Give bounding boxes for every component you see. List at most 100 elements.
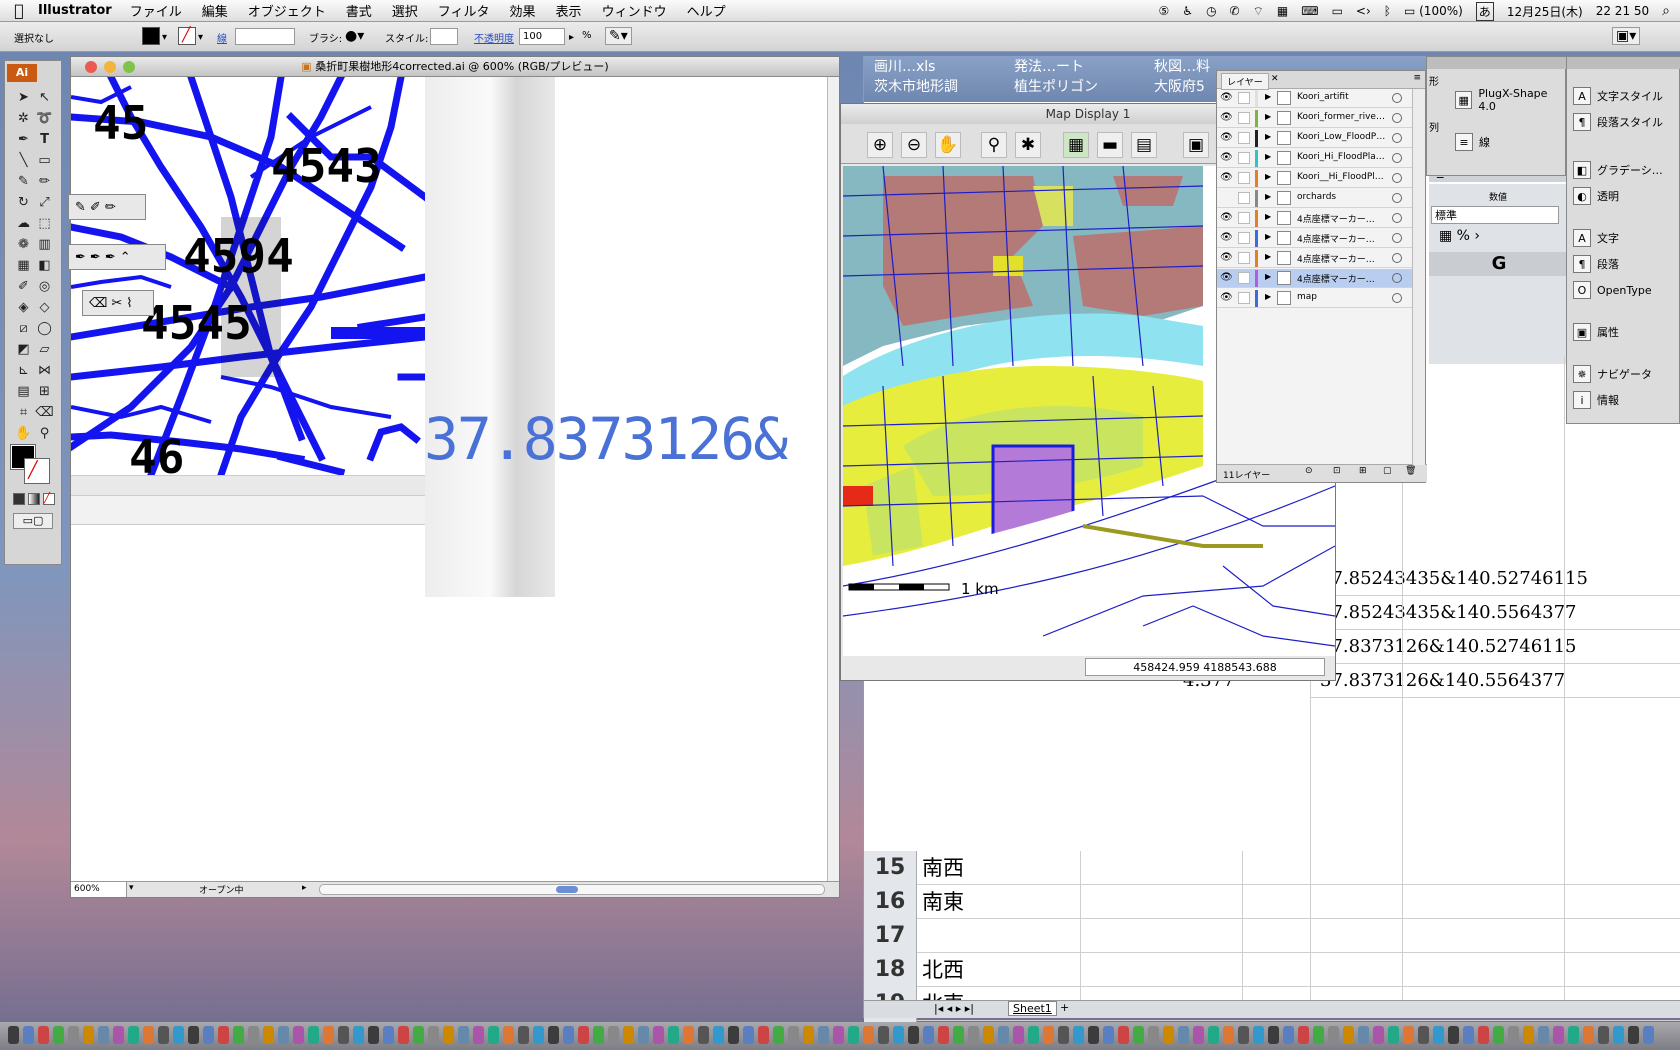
zoom-dropdown-icon[interactable]: ▾ [129, 883, 134, 893]
magic-wand-tool-icon[interactable]: ✲ [13, 108, 34, 129]
dock-app-icon[interactable] [68, 1026, 79, 1044]
screen-mode-icon[interactable]: ▭▢ [13, 513, 53, 529]
dock-app-icon[interactable] [1178, 1026, 1189, 1044]
dock-app-icon[interactable] [998, 1026, 1009, 1044]
lock-toggle[interactable] [1238, 232, 1250, 244]
close-button[interactable] [85, 61, 97, 73]
transparency-item[interactable]: ◐ 透明 [1573, 187, 1619, 205]
table-row[interactable]: 17 [864, 919, 1680, 953]
dock-app-icon[interactable] [728, 1026, 739, 1044]
pan-icon[interactable]: ✋ [935, 132, 961, 158]
layer-row[interactable]: 👁 ▶ Koori__Hi_FloodPl… [1217, 169, 1413, 188]
dock-app-icon[interactable] [833, 1026, 844, 1044]
slice-tool-icon[interactable]: ⧄ [13, 318, 34, 339]
dock-app-icon[interactable] [1508, 1026, 1519, 1044]
dock-app-icon[interactable] [668, 1026, 679, 1044]
row-number[interactable]: 17 [864, 919, 917, 953]
symbol-sprayer-tool-icon[interactable]: ❁ [13, 234, 34, 255]
target-circle-icon[interactable] [1392, 293, 1402, 303]
opentype-item[interactable]: O OpenType [1573, 281, 1652, 299]
table-row[interactable]: 37.85243435&140.5564377 [1310, 596, 1680, 630]
dock-app-icon[interactable] [773, 1026, 784, 1044]
zoom-button[interactable] [123, 61, 135, 73]
layers-panel-menu-icon[interactable]: ≡ [1413, 73, 1421, 83]
plugx-panel-header[interactable] [1427, 57, 1567, 69]
dock-app-icon[interactable] [8, 1026, 19, 1044]
dock-app-icon[interactable] [818, 1026, 829, 1044]
navigator-item[interactable]: ✵ ナビゲータ [1573, 365, 1652, 383]
status-arrow-icon[interactable]: ▸ [302, 883, 307, 893]
menu-view[interactable]: 表示 [556, 1, 582, 20]
lock-toggle[interactable] [1238, 172, 1250, 184]
live-paint-tool-icon[interactable]: ◈ [13, 297, 34, 318]
dock-app-icon[interactable] [308, 1026, 319, 1044]
layer-row[interactable]: 👁 ▶ Koori_Hi_FloodPla… [1217, 149, 1413, 168]
display-icon[interactable]: ▭ [1332, 4, 1343, 18]
table-row[interactable]: 16 南東 [864, 885, 1680, 919]
crop-tool-icon[interactable]: ⌗ [13, 402, 34, 423]
dock-app-icon[interactable] [38, 1026, 49, 1044]
stroke-dropdown-icon[interactable]: ▾ [198, 32, 203, 43]
dock-app-icon[interactable] [173, 1026, 184, 1044]
measure-tool-icon[interactable]: ⊾ [13, 360, 34, 381]
menu-object[interactable]: オブジェクト [248, 1, 326, 20]
dock-app-icon[interactable] [428, 1026, 439, 1044]
dock-app-icon[interactable] [488, 1026, 499, 1044]
measure-icon[interactable]: ▬ [1097, 132, 1123, 158]
dock-app-icon[interactable] [1328, 1026, 1339, 1044]
stroke-label[interactable]: 線 [217, 30, 227, 45]
dock-app-icon[interactable] [1133, 1026, 1144, 1044]
dock-app-icon[interactable] [263, 1026, 274, 1044]
save-icon[interactable]: ▣ [1183, 132, 1209, 158]
dock-app-icon[interactable] [1013, 1026, 1024, 1044]
lock-toggle[interactable] [1238, 292, 1250, 304]
file-tile-5[interactable]: 植生ポリゴン [1014, 76, 1098, 96]
dock-app-icon[interactable] [113, 1026, 124, 1044]
dock-app-icon[interactable] [1208, 1026, 1219, 1044]
cell-a[interactable]: 南東 [922, 885, 964, 919]
scissors-icon[interactable]: ✂ [111, 296, 122, 311]
dock-app-icon[interactable] [1253, 1026, 1264, 1044]
column-header-g[interactable]: G [1429, 252, 1569, 276]
dock-app-icon[interactable] [398, 1026, 409, 1044]
dock-app-icon[interactable] [1058, 1026, 1069, 1044]
dock-app-icon[interactable] [413, 1026, 424, 1044]
paintbrush-tool-icon[interactable]: ✎ [13, 171, 34, 192]
file-tile-6[interactable]: 大阪府5 [1154, 76, 1205, 96]
dock-app-icon[interactable] [383, 1026, 394, 1044]
dock-app-icon[interactable] [278, 1026, 289, 1044]
reflect-tool-icon[interactable]: ◩ [13, 339, 34, 360]
dock-app-icon[interactable] [1643, 1026, 1654, 1044]
dock-app-icon[interactable] [983, 1026, 994, 1044]
dock-app-icon[interactable] [1043, 1026, 1054, 1044]
layer-row[interactable]: 👁 ▶ Koori_artifit [1217, 89, 1413, 108]
lock-toggle[interactable] [1238, 212, 1250, 224]
dock-app-icon[interactable] [368, 1026, 379, 1044]
recolor-icon[interactable]: ✎▾ [605, 27, 632, 45]
menu-type[interactable]: 書式 [346, 1, 372, 20]
opacity-label[interactable]: 不透明度 [474, 30, 514, 45]
dock-app-icon[interactable] [1313, 1026, 1324, 1044]
wifi-icon[interactable]: ⌔ [1253, 4, 1264, 19]
battery-icon[interactable]: ▭ (100%) [1404, 4, 1463, 18]
dock-app-icon[interactable] [1523, 1026, 1534, 1044]
dock-app-icon[interactable] [1478, 1026, 1489, 1044]
layer-row[interactable]: ▶ orchards [1217, 189, 1413, 208]
dock-app-icon[interactable] [158, 1026, 169, 1044]
document-titlebar[interactable]: ▣ 桑折町果樹地形4corrected.ai @ 600% (RGB/プレビュー… [71, 57, 839, 77]
target-circle-icon[interactable] [1392, 93, 1402, 103]
accessibility-icon[interactable]: ♿ [1182, 4, 1193, 18]
target-circle-icon[interactable] [1392, 253, 1402, 263]
file-tile-3[interactable]: 秋図…料 [1154, 56, 1210, 76]
dock-app-icon[interactable] [713, 1026, 724, 1044]
dock-app-icon[interactable] [1373, 1026, 1384, 1044]
dock-app-icon[interactable] [1583, 1026, 1594, 1044]
line-tool-icon[interactable]: ╲ [13, 150, 34, 171]
phone-icon[interactable]: ✆ [1230, 4, 1240, 18]
layer-row[interactable]: 👁 ▶ Koori_Low_FloodP… [1217, 129, 1413, 148]
style-swatch[interactable] [430, 28, 458, 45]
dock-app-icon[interactable] [1283, 1026, 1294, 1044]
dock-app-icon[interactable] [698, 1026, 709, 1044]
table-row[interactable]: 4.377 37.8373126&140.5564377 [1183, 664, 1680, 698]
lock-toggle[interactable] [1238, 252, 1250, 264]
